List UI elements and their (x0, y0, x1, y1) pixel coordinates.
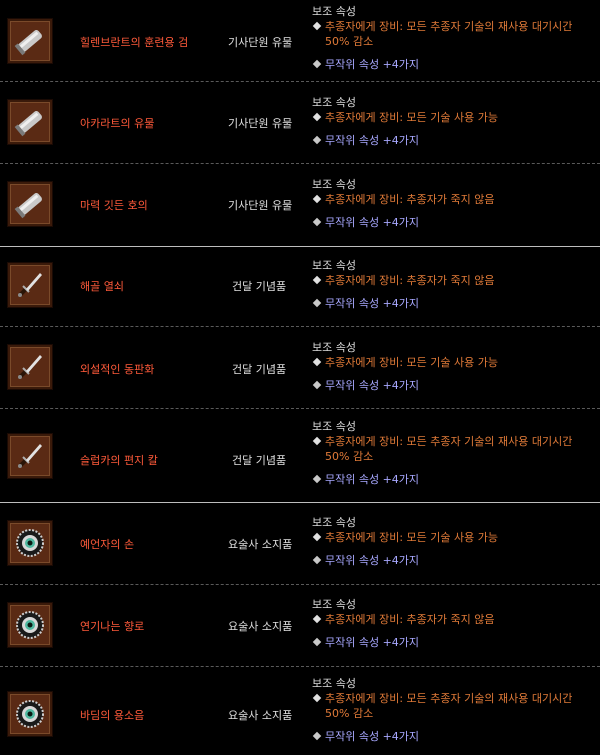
option-line: 50% 감소 (325, 450, 374, 463)
item-name[interactable]: 연기나는 향로 (80, 618, 144, 634)
bullet-icon (312, 614, 322, 624)
eye-orb-icon[interactable] (7, 520, 53, 566)
option-line: 추종자에게 장비: 모든 기술 사용 가능 (312, 110, 600, 125)
item-row: 연기나는 향로 요술사 소지품 보조 속성 추종자에게 장비: 추종자가 죽지 … (0, 585, 600, 667)
item-options: 보조 속성 추종자에게 장비: 추종자가 죽지 않음 무작위 속성 +4가지 (312, 177, 600, 230)
follower-item-list: 힐렌브란트의 훈련용 검 기사단원 유물 보조 속성 추종자에게 장비: 모든 … (0, 0, 600, 755)
random-properties: 무작위 속성 +4가지 (312, 729, 600, 744)
item-type: 건달 기념품 (232, 454, 287, 467)
bullet-icon (312, 555, 322, 565)
item-name[interactable]: 아카라트의 유물 (80, 115, 154, 131)
bullet-icon (312, 693, 322, 703)
item-row: 예언자의 손 요술사 소지품 보조 속성 추종자에게 장비: 모든 기술 사용 … (0, 503, 600, 585)
random-properties: 무작위 속성 +4가지 (312, 553, 600, 568)
random-properties: 무작위 속성 +4가지 (312, 635, 600, 650)
random-properties: 무작위 속성 +4가지 (312, 133, 600, 148)
option-line: 추종자에게 장비: 모든 추종자 기술의 재사용 대기시간 (312, 19, 600, 34)
item-type: 건달 기념품 (232, 363, 287, 376)
bullet-icon (312, 59, 322, 69)
item-type: 기사단원 유물 (228, 36, 293, 49)
item-row: 외설적인 동판화 건달 기념품 보조 속성 추종자에게 장비: 모든 기술 사용… (0, 327, 600, 409)
item-options: 보조 속성 추종자에게 장비: 모든 기술 사용 가능 무작위 속성 +4가지 (312, 340, 600, 393)
option-title: 보조 속성 (312, 420, 356, 433)
item-row: 해골 열쇠 건달 기념품 보조 속성 추종자에게 장비: 추종자가 죽지 않음 … (0, 247, 600, 327)
bullet-icon (312, 112, 322, 122)
item-name[interactable]: 바딤의 용소음 (80, 707, 144, 723)
option-line: 추종자에게 장비: 추종자가 죽지 않음 (312, 612, 600, 627)
random-properties: 무작위 속성 +4가지 (312, 296, 600, 311)
item-options: 보조 속성 추종자에게 장비: 추종자가 죽지 않음 무작위 속성 +4가지 (312, 258, 600, 311)
item-options: 보조 속성 추종자에게 장비: 모든 기술 사용 가능 무작위 속성 +4가지 (312, 95, 600, 148)
option-line: 추종자에게 장비: 모든 기술 사용 가능 (312, 355, 600, 370)
dagger-icon[interactable] (7, 344, 53, 390)
option-line: 추종자에게 장비: 모든 추종자 기술의 재사용 대기시간 (312, 434, 600, 449)
sword-icon[interactable] (7, 99, 53, 145)
bullet-icon (312, 731, 322, 741)
option-title: 보조 속성 (312, 259, 356, 272)
bullet-icon (312, 21, 322, 31)
bullet-icon (312, 194, 322, 204)
option-title: 보조 속성 (312, 598, 356, 611)
item-name[interactable]: 외설적인 동판화 (80, 361, 154, 377)
item-options: 보조 속성 추종자에게 장비: 모든 추종자 기술의 재사용 대기시간 50% … (312, 676, 600, 744)
item-name[interactable]: 힐렌브란트의 훈련용 검 (80, 34, 188, 50)
eye-orb-icon[interactable] (7, 691, 53, 737)
item-type: 건달 기념품 (232, 280, 287, 293)
eye-orb-icon[interactable] (7, 602, 53, 648)
item-row: 아카라트의 유물 기사단원 유물 보조 속성 추종자에게 장비: 모든 기술 사… (0, 82, 600, 164)
random-properties: 무작위 속성 +4가지 (312, 378, 600, 393)
sword-icon[interactable] (7, 18, 53, 64)
item-options: 보조 속성 추종자에게 장비: 모든 추종자 기술의 재사용 대기시간 50% … (312, 4, 600, 72)
bullet-icon (312, 275, 322, 285)
bullet-icon (312, 357, 322, 367)
bullet-icon (312, 637, 322, 647)
option-line: 50% 감소 (325, 35, 374, 48)
random-properties: 무작위 속성 +4가지 (312, 472, 600, 487)
item-type: 기사단원 유물 (228, 199, 293, 212)
random-properties: 무작위 속성 +4가지 (312, 215, 600, 230)
option-title: 보조 속성 (312, 96, 356, 109)
option-line: 추종자에게 장비: 모든 기술 사용 가능 (312, 530, 600, 545)
item-row: 바딤의 용소음 요술사 소지품 보조 속성 추종자에게 장비: 모든 추종자 기… (0, 667, 600, 755)
item-row: 슬럽카의 편지 칼 건달 기념품 보조 속성 추종자에게 장비: 모든 추종자 … (0, 409, 600, 503)
option-line: 추종자에게 장비: 추종자가 죽지 않음 (312, 273, 600, 288)
option-title: 보조 속성 (312, 178, 356, 191)
option-line: 추종자에게 장비: 모든 추종자 기술의 재사용 대기시간 (312, 691, 600, 706)
item-name[interactable]: 예언자의 손 (80, 536, 134, 552)
item-type: 요술사 소지품 (228, 709, 293, 722)
bullet-icon (312, 532, 322, 542)
bullet-icon (312, 474, 322, 484)
bullet-icon (312, 436, 322, 446)
option-title: 보조 속성 (312, 516, 356, 529)
option-line: 추종자에게 장비: 추종자가 죽지 않음 (312, 192, 600, 207)
item-name[interactable]: 해골 열쇠 (80, 278, 124, 294)
bullet-icon (312, 135, 322, 145)
item-type: 요술사 소지품 (228, 538, 293, 551)
item-row: 힐렌브란트의 훈련용 검 기사단원 유물 보조 속성 추종자에게 장비: 모든 … (0, 0, 600, 82)
bullet-icon (312, 380, 322, 390)
item-options: 보조 속성 추종자에게 장비: 추종자가 죽지 않음 무작위 속성 +4가지 (312, 597, 600, 650)
dagger-icon[interactable] (7, 262, 53, 308)
bullet-icon (312, 298, 322, 308)
item-type: 요술사 소지품 (228, 620, 293, 633)
option-title: 보조 속성 (312, 341, 356, 354)
random-properties: 무작위 속성 +4가지 (312, 57, 600, 72)
bullet-icon (312, 217, 322, 227)
item-name[interactable]: 마력 깃든 호의 (80, 197, 148, 213)
item-options: 보조 속성 추종자에게 장비: 모든 추종자 기술의 재사용 대기시간 50% … (312, 419, 600, 487)
option-line: 50% 감소 (325, 707, 374, 720)
item-options: 보조 속성 추종자에게 장비: 모든 기술 사용 가능 무작위 속성 +4가지 (312, 515, 600, 568)
item-type: 기사단원 유물 (228, 117, 293, 130)
item-row: 마력 깃든 호의 기사단원 유물 보조 속성 추종자에게 장비: 추종자가 죽지… (0, 164, 600, 247)
sword-icon[interactable] (7, 181, 53, 227)
dagger-icon[interactable] (7, 433, 53, 479)
option-title: 보조 속성 (312, 677, 356, 690)
option-title: 보조 속성 (312, 5, 356, 18)
item-name[interactable]: 슬럽카의 편지 칼 (80, 452, 158, 468)
